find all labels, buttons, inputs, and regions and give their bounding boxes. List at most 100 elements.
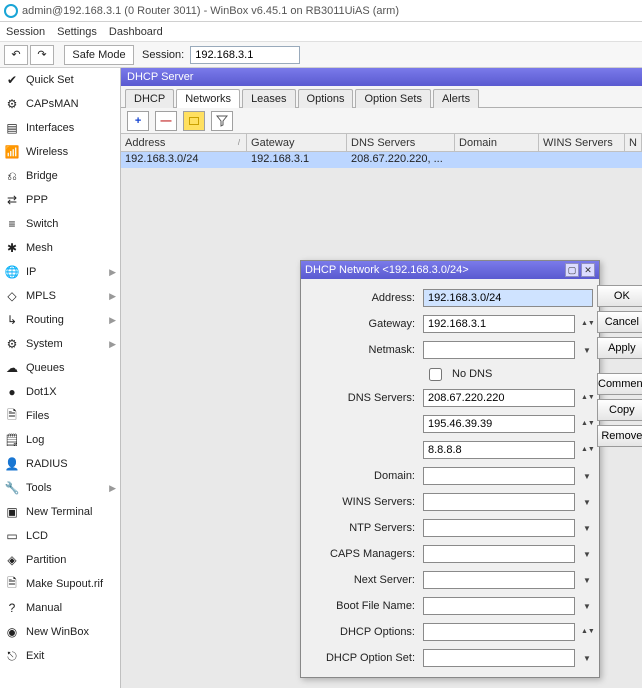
sidebar-item-capsman[interactable]: ⚙CAPsMAN — [0, 92, 120, 116]
sidebar-item-system[interactable]: ⚙System▶ — [0, 332, 120, 356]
chevron-right-icon: ▶ — [109, 315, 116, 326]
dns3-stepper[interactable]: ▲▼ — [581, 447, 593, 453]
domain-field[interactable] — [423, 467, 575, 485]
label-caps: CAPS Managers: — [307, 548, 417, 560]
tab-options[interactable]: Options — [298, 89, 354, 108]
wins-drop-icon[interactable]: ▼ — [581, 498, 593, 507]
filter-button[interactable] — [211, 111, 233, 131]
comment-dlg-button[interactable]: Comment — [597, 373, 642, 395]
domain-drop-icon[interactable]: ▼ — [581, 472, 593, 481]
dhcp-option-set-field[interactable] — [423, 649, 575, 667]
apply-button[interactable]: Apply — [597, 337, 642, 359]
tab-alerts[interactable]: Alerts — [433, 89, 479, 108]
sidebar-item-bridge[interactable]: ⎌Bridge — [0, 164, 120, 188]
sidebar-item-switch[interactable]: ≡Switch — [0, 212, 120, 236]
sidebar-item-radius[interactable]: 👤RADIUS — [0, 452, 120, 476]
caps-drop-icon[interactable]: ▼ — [581, 550, 593, 559]
dhcp-options-field[interactable] — [423, 623, 575, 641]
add-button[interactable]: + — [127, 111, 149, 131]
col-domain[interactable]: Domain — [455, 134, 539, 151]
tab-dhcp[interactable]: DHCP — [125, 89, 174, 108]
label-dns: DNS Servers: — [307, 392, 417, 404]
ntp-field[interactable] — [423, 519, 575, 537]
next-drop-icon[interactable]: ▼ — [581, 576, 593, 585]
dialog-form: Address: Gateway:▲▼ Netmask:▼ No DNS DNS… — [307, 285, 597, 671]
comment-button[interactable] — [183, 111, 205, 131]
sidebar-item-wireless[interactable]: 📶Wireless — [0, 140, 120, 164]
tab-leases[interactable]: Leases — [242, 89, 295, 108]
netmask-field[interactable] — [423, 341, 575, 359]
dns2-field[interactable] — [423, 415, 575, 433]
dhcpopt-stepper[interactable]: ▲▼ — [581, 629, 593, 635]
sidebar-item-exit[interactable]: ⎋Exit — [0, 644, 120, 668]
sidebar-item-ip[interactable]: 🌐IP▶ — [0, 260, 120, 284]
redo-button[interactable]: ↷ — [30, 45, 54, 65]
sidebar-item-new-winbox[interactable]: ◉New WinBox — [0, 620, 120, 644]
sidebar-item-dot1x[interactable]: ●Dot1X — [0, 380, 120, 404]
caps-field[interactable] — [423, 545, 575, 563]
sidebar-item-label: Bridge — [26, 170, 58, 182]
col-wins[interactable]: WINS Servers — [539, 134, 625, 151]
col-address[interactable]: Address/ — [121, 134, 247, 151]
sidebar-item-files[interactable]: 🗎Files — [0, 404, 120, 428]
boot-drop-icon[interactable]: ▼ — [581, 602, 593, 611]
dns2-stepper[interactable]: ▲▼ — [581, 421, 593, 427]
cancel-button[interactable]: Cancel — [597, 311, 642, 333]
netmask-drop-icon[interactable]: ▼ — [581, 346, 593, 355]
sidebar-item-manual[interactable]: ?Manual — [0, 596, 120, 620]
minimize-icon[interactable]: ▢ — [565, 263, 579, 277]
label-boot: Boot File Name: — [307, 600, 417, 612]
dialog-titlebar[interactable]: DHCP Network <192.168.3.0/24> ▢ ✕ — [301, 261, 599, 279]
sidebar-item-new-terminal[interactable]: ▣New Terminal — [0, 500, 120, 524]
close-icon[interactable]: ✕ — [581, 263, 595, 277]
sidebar-item-lcd[interactable]: ▭LCD — [0, 524, 120, 548]
sidebar-item-mesh[interactable]: ✱Mesh — [0, 236, 120, 260]
sidebar-item-make-supout-rif[interactable]: 🗎Make Supout.rif — [0, 572, 120, 596]
address-field[interactable] — [423, 289, 593, 307]
menu-session[interactable]: Session — [6, 26, 45, 38]
boot-file-field[interactable] — [423, 597, 575, 615]
col-gateway[interactable]: Gateway — [247, 134, 347, 151]
grid-header: Address/ Gateway DNS Servers Domain WINS… — [121, 134, 642, 152]
sidebar-icon: ? — [4, 600, 20, 616]
sidebar-item-label: Interfaces — [26, 122, 74, 134]
table-row[interactable]: 192.168.3.0/24 192.168.3.1 208.67.220.22… — [121, 152, 642, 168]
gateway-stepper[interactable]: ▲▼ — [581, 321, 593, 327]
menu-dashboard[interactable]: Dashboard — [109, 26, 163, 38]
col-dns[interactable]: DNS Servers — [347, 134, 455, 151]
tab-option-sets[interactable]: Option Sets — [355, 89, 430, 108]
ntp-drop-icon[interactable]: ▼ — [581, 524, 593, 533]
copy-button[interactable]: Copy — [597, 399, 642, 421]
undo-button[interactable]: ↶ — [4, 45, 28, 65]
no-dns-checkbox[interactable] — [429, 368, 442, 381]
sidebar-icon: ● — [4, 384, 20, 400]
menu-settings[interactable]: Settings — [57, 26, 97, 38]
remove-button[interactable]: — — [155, 111, 177, 131]
gateway-field[interactable] — [423, 315, 575, 333]
session-ip-input[interactable] — [190, 46, 300, 64]
dhcpset-drop-icon[interactable]: ▼ — [581, 654, 593, 663]
sidebar-item-label: Switch — [26, 218, 58, 230]
wins-field[interactable] — [423, 493, 575, 511]
sidebar-item-queues[interactable]: ☁Queues — [0, 356, 120, 380]
sidebar-item-partition[interactable]: ◈Partition — [0, 548, 120, 572]
cell-wins — [539, 152, 625, 168]
sidebar-item-ppp[interactable]: ⇄PPP — [0, 188, 120, 212]
sidebar-icon: ↳ — [4, 312, 20, 328]
safe-mode-button[interactable]: Safe Mode — [64, 45, 134, 65]
chevron-right-icon: ▶ — [109, 291, 116, 302]
sidebar-item-interfaces[interactable]: ▤Interfaces — [0, 116, 120, 140]
col-extra[interactable]: N — [625, 134, 642, 151]
sidebar-item-quick-set[interactable]: ✔Quick Set — [0, 68, 120, 92]
ok-button[interactable]: OK — [597, 285, 642, 307]
sidebar-item-log[interactable]: 🗒Log — [0, 428, 120, 452]
dns3-field[interactable] — [423, 441, 575, 459]
sidebar-item-tools[interactable]: 🔧Tools▶ — [0, 476, 120, 500]
sidebar-item-routing[interactable]: ↳Routing▶ — [0, 308, 120, 332]
dns1-field[interactable] — [423, 389, 575, 407]
sidebar-item-mpls[interactable]: ◇MPLS▶ — [0, 284, 120, 308]
dns1-stepper[interactable]: ▲▼ — [581, 395, 593, 401]
next-server-field[interactable] — [423, 571, 575, 589]
remove-dlg-button[interactable]: Remove — [597, 425, 642, 447]
tab-networks[interactable]: Networks — [176, 89, 240, 108]
